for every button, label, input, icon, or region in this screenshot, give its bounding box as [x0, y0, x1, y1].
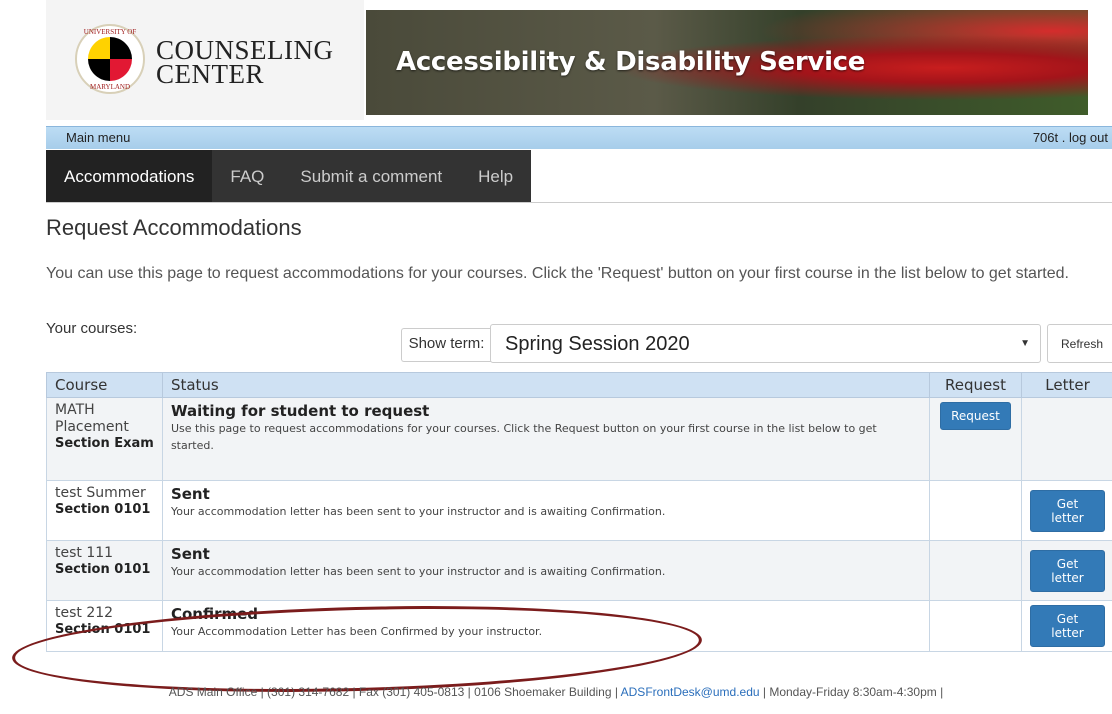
seal-top-text: UNIVERSITY OF	[83, 28, 137, 36]
get-letter-button[interactable]: Get letter	[1030, 549, 1105, 592]
column-header-status: Status	[161, 372, 931, 398]
footer-hours: | Monday-Friday 8:30am-4:30pm |	[759, 685, 944, 699]
status-title: Waiting for student to request	[170, 402, 430, 420]
courses-label: Your courses:	[46, 320, 138, 337]
course-section: Section 0101	[55, 502, 151, 517]
course-name: MATH Placement	[55, 402, 129, 435]
intro-text: You can use this page to request accommo…	[46, 265, 1069, 282]
column-header-course: Course	[46, 372, 163, 398]
status-description: Use this page to request accommodations …	[170, 422, 877, 452]
seal-bottom-text: MARYLAND	[89, 83, 131, 91]
column-header-letter: Letter	[1021, 372, 1112, 398]
term-label: Show term:	[401, 328, 491, 362]
page-title: Request Accommodations	[46, 215, 302, 240]
status-description: Your accommodation letter has been sent …	[170, 505, 666, 518]
course-name: test 212	[55, 605, 114, 621]
logo-line-2: CENTER	[156, 59, 264, 89]
course-name: test Summer	[55, 485, 146, 501]
courses-table: Course Status Request Letter MATH Placem…	[46, 372, 1112, 652]
table-row: MATH Placement Section Exam Waiting for s…	[46, 397, 1112, 481]
column-header-request: Request	[929, 372, 1022, 398]
tab-accommodations[interactable]: Accommodations	[46, 150, 213, 203]
course-section: Section 0101	[55, 562, 151, 577]
course-section: Section Exam	[55, 436, 154, 451]
term-selected-value: Spring Session 2020	[505, 333, 690, 355]
dropdown-arrow-icon: ▼	[1020, 338, 1030, 349]
table-row: test Summer Section 0101 Sent Your accommo…	[46, 480, 1112, 541]
status-title: Sent	[170, 545, 210, 563]
tab-faq[interactable]: FAQ	[212, 150, 282, 203]
tab-help[interactable]: Help	[460, 150, 531, 203]
get-letter-button[interactable]: Get letter	[1030, 489, 1105, 532]
tab-divider	[46, 202, 1112, 203]
counseling-center-logo[interactable]: COUNSELING CENTER	[156, 37, 334, 89]
footer: ADS Main Office | (301) 314-7682 | Fax (…	[0, 685, 1112, 699]
request-button[interactable]: Request	[940, 402, 1011, 430]
university-seal-icon: UNIVERSITY OF MARYLAND	[75, 24, 145, 94]
term-select[interactable]: Spring Session 2020 ▼	[490, 324, 1041, 363]
main-menu-link[interactable]: Main menu	[66, 130, 130, 145]
status-title: Sent	[170, 485, 210, 503]
nav-tabs: Accommodations FAQ Submit a comment Help	[46, 150, 532, 203]
footer-email-link[interactable]: ADSFrontDesk@umd.edu	[621, 685, 760, 699]
get-letter-button[interactable]: Get letter	[1030, 605, 1105, 647]
table-row: test 111 Section 0101 Sent Your accommodat…	[46, 540, 1112, 601]
course-name: test 111	[55, 545, 114, 561]
status-description: Your accommodation letter has been sent …	[170, 565, 666, 578]
tab-submit-comment[interactable]: Submit a comment	[282, 150, 460, 203]
menu-bar	[46, 126, 1112, 149]
refresh-button[interactable]: Refresh	[1047, 324, 1112, 363]
banner-title: Accessibility & Disability Service	[396, 47, 866, 77]
logout-link[interactable]: 706t . log out	[1033, 130, 1108, 145]
footer-contact: ADS Main Office | (301) 314-7682 | Fax (…	[168, 685, 621, 699]
